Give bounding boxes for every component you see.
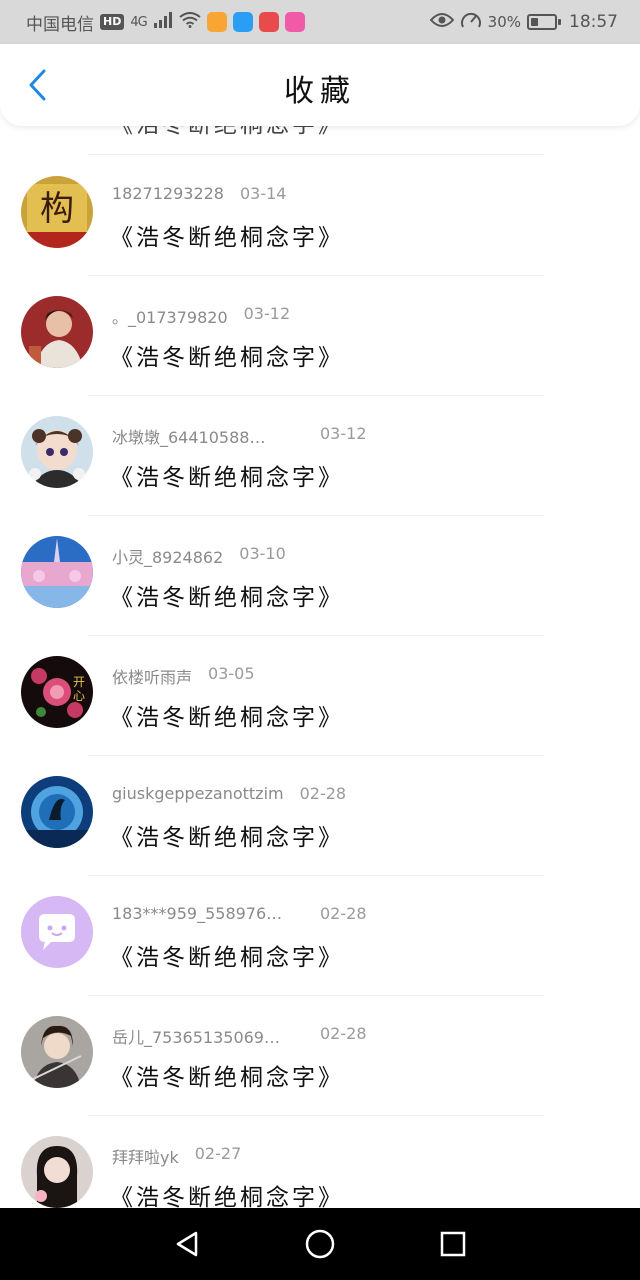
svg-text:心: 心 (73, 689, 85, 703)
item-text: 《浩冬断绝桐念字》 (110, 345, 344, 371)
username[interactable]: 小灵_8924862 (112, 544, 223, 568)
list-item[interactable]: 拜拜啦yk 02-27 《浩冬断绝桐念字》 (0, 1116, 640, 1208)
nav-home-button[interactable] (300, 1224, 340, 1264)
list-item[interactable]: 冰墩墩_64410588… 03-12 《浩冬断绝桐念字》 (0, 396, 640, 516)
divider (88, 154, 544, 155)
item-meta: 依楼听雨声 03-05 (112, 664, 255, 688)
list-item[interactable]: 183***959_558976… 02-28 《浩冬断绝桐念字》 (0, 876, 640, 996)
signal-icon (153, 11, 173, 33)
username[interactable]: 拜拜啦yk (112, 1144, 179, 1168)
username[interactable]: 冰墩墩_64410588… (112, 424, 302, 448)
status-bar: 中国电信 HD 4G 30% 18:57 (0, 0, 640, 44)
avatar[interactable] (21, 416, 93, 488)
date: 03-12 (243, 304, 291, 323)
item-text: 《浩冬断绝桐念字》 (110, 585, 344, 611)
nav-back-button[interactable] (167, 1224, 207, 1264)
page-title: 收藏 (284, 74, 356, 109)
list-item[interactable]: 岳儿_75365135069… 02-28 《浩冬断绝桐念字》 (0, 996, 640, 1116)
avatar[interactable] (21, 296, 93, 368)
status-left: 中国电信 HD 4G (26, 10, 305, 35)
item-meta: 岳儿_75365135069… 02-28 (112, 1024, 367, 1048)
carrier-label: 中国电信 (26, 14, 94, 35)
date: 02-28 (320, 1024, 367, 1043)
avatar[interactable] (21, 1016, 93, 1088)
item-text: 《浩冬断绝桐念字》 (110, 1185, 344, 1208)
svg-text:开: 开 (73, 675, 85, 689)
avatar[interactable] (21, 1136, 93, 1208)
list-item[interactable]: 小灵_8924862 03-10 《浩冬断绝桐念字》 (0, 516, 640, 636)
network-type: 4G (130, 14, 147, 30)
date: 03-12 (320, 424, 367, 443)
svg-text:构: 构 (40, 189, 74, 229)
list-item[interactable]: 开心 依楼听雨声 03-05 《浩冬断绝桐念字》 (0, 636, 640, 756)
item-text: 《浩冬断绝桐念字》 (110, 825, 344, 851)
battery-percent: 30% (487, 13, 521, 31)
hd-badge: HD (100, 14, 125, 30)
date: 02-27 (194, 1144, 242, 1163)
date: 02-28 (320, 904, 367, 923)
username[interactable]: 岳儿_75365135069… (112, 1024, 302, 1048)
list-item[interactable]: 构 18271293228 03-14 《浩冬断绝桐念字》 (0, 156, 640, 276)
item-meta: 18271293228 03-14 (112, 184, 286, 203)
date: 03-14 (239, 184, 287, 203)
date: 03-05 (208, 664, 255, 683)
item-text: 《浩冬断绝桐念字》 (110, 705, 344, 731)
battery-icon (527, 14, 561, 30)
date: 02-28 (299, 784, 347, 803)
clock: 18:57 (569, 12, 618, 32)
item-text: 《浩冬断绝桐念字》 (110, 465, 344, 491)
nav-recent-button[interactable] (433, 1224, 473, 1264)
item-text: 《浩冬断绝桐念字》 (110, 225, 344, 251)
avatar[interactable]: 开心 (21, 656, 93, 728)
eye-icon (429, 12, 455, 33)
store-app-icon (284, 12, 305, 32)
list-item[interactable]: 。_017379820 03-12 《浩冬断绝桐念字》 (0, 276, 640, 396)
item-meta: 拜拜啦yk 02-27 (112, 1144, 241, 1168)
app-header: 收藏 (0, 44, 640, 126)
username[interactable]: 18271293228 (112, 184, 224, 203)
item-meta: 冰墩墩_64410588… 03-12 (112, 424, 367, 448)
item-text: 《浩冬断绝桐念字》 (110, 945, 344, 971)
username[interactable]: giuskgeppezanottzim (112, 784, 284, 803)
triangle-back-icon (176, 1231, 197, 1257)
username[interactable]: 183***959_558976… (112, 904, 302, 923)
square-recent-icon (441, 1231, 466, 1257)
item-meta: 183***959_558976… 02-28 (112, 904, 367, 923)
date: 03-10 (239, 544, 286, 563)
system-nav-bar (0, 1208, 640, 1280)
favorites-list: 《浩冬断绝桐念字》 构 18271293228 03-14 《浩冬断绝桐念字》 … (0, 60, 640, 1208)
video-app-icon (206, 12, 227, 32)
status-right: 30% 18:57 (429, 11, 618, 34)
avatar[interactable]: 构 (21, 176, 93, 248)
item-meta: 小灵_8924862 03-10 (112, 544, 286, 568)
circle-home-icon (305, 1229, 335, 1259)
avatar[interactable] (21, 896, 93, 968)
avatar[interactable] (21, 536, 93, 608)
wifi-icon (179, 11, 201, 33)
username[interactable]: 依楼听雨声 (112, 664, 192, 688)
avatar[interactable] (21, 776, 93, 848)
list-item[interactable]: giuskgeppezanottzim 02-28 《浩冬断绝桐念字》 (0, 756, 640, 876)
gift-app-icon (258, 12, 279, 32)
search-app-icon (232, 12, 253, 32)
speedometer-icon (460, 11, 482, 34)
item-text: 《浩冬断绝桐念字》 (110, 1065, 344, 1091)
item-meta: 。_017379820 03-12 (112, 304, 290, 328)
item-meta: giuskgeppezanottzim 02-28 (112, 784, 346, 803)
username[interactable]: 。_017379820 (112, 304, 228, 328)
